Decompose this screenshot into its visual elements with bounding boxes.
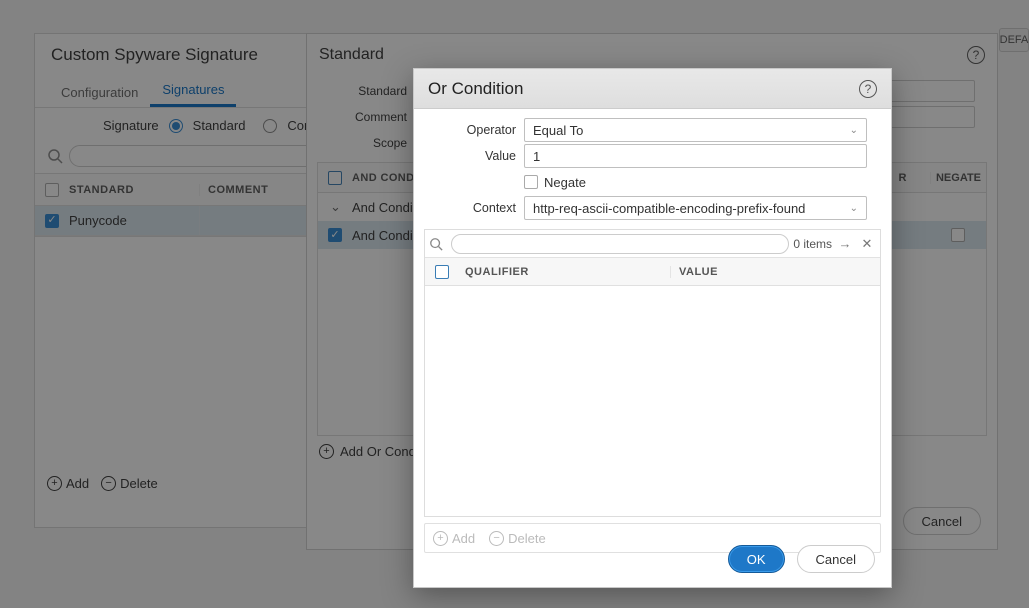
value-text: 1 [533, 149, 540, 164]
context-select[interactable]: http-req-ascii-compatible-encoding-prefi… [524, 196, 867, 220]
cancel-button[interactable]: Cancel [797, 545, 875, 573]
operator-select[interactable]: Equal To ⌄ [524, 118, 867, 142]
context-value: http-req-ascii-compatible-encoding-prefi… [533, 201, 805, 216]
or-button-row: OK Cancel [728, 545, 875, 573]
qualifier-delete-button[interactable]: − Delete [489, 531, 546, 546]
value-input[interactable]: 1 [524, 144, 867, 168]
negate-checkbox[interactable] [524, 175, 538, 189]
qualifier-add-label: Add [452, 531, 475, 546]
label-context: Context [414, 201, 524, 215]
items-count: 0 items [793, 237, 832, 251]
close-icon[interactable]: ✕ [858, 236, 876, 252]
col-value[interactable]: VALUE [670, 266, 880, 278]
or-title-bar: Or Condition ? [414, 69, 891, 109]
qualifier-area: 0 items → ✕ QUALIFIER VALUE [424, 229, 881, 517]
or-condition-dialog: Or Condition ? Operator Equal To ⌄ Value… [413, 68, 892, 588]
operator-value: Equal To [533, 123, 583, 138]
minus-icon: − [489, 531, 504, 546]
ok-button[interactable]: OK [728, 545, 785, 573]
col-qualifier[interactable]: QUALIFIER [459, 266, 670, 278]
or-form: Operator Equal To ⌄ Value 1 Negate Conte… [414, 109, 891, 225]
chevron-down-icon: ⌄ [850, 125, 858, 136]
qualifier-delete-label: Delete [508, 531, 546, 546]
chevron-down-icon: ⌄ [850, 203, 858, 214]
arrow-right-icon[interactable]: → [836, 236, 854, 251]
qualifier-body [425, 286, 880, 516]
or-title: Or Condition [428, 79, 523, 99]
qualifier-header: QUALIFIER VALUE [425, 258, 880, 286]
plus-icon: + [433, 531, 448, 546]
label-value: Value [414, 149, 524, 163]
qualifier-search-input[interactable] [451, 234, 789, 254]
label-operator: Operator [414, 123, 524, 137]
search-icon[interactable] [429, 237, 447, 251]
negate-label: Negate [544, 175, 586, 190]
help-icon[interactable]: ? [859, 80, 877, 98]
qualifier-add-button[interactable]: + Add [433, 531, 475, 546]
qualifier-select-all-checkbox[interactable] [435, 265, 449, 279]
qualifier-search-bar: 0 items → ✕ [425, 230, 880, 258]
